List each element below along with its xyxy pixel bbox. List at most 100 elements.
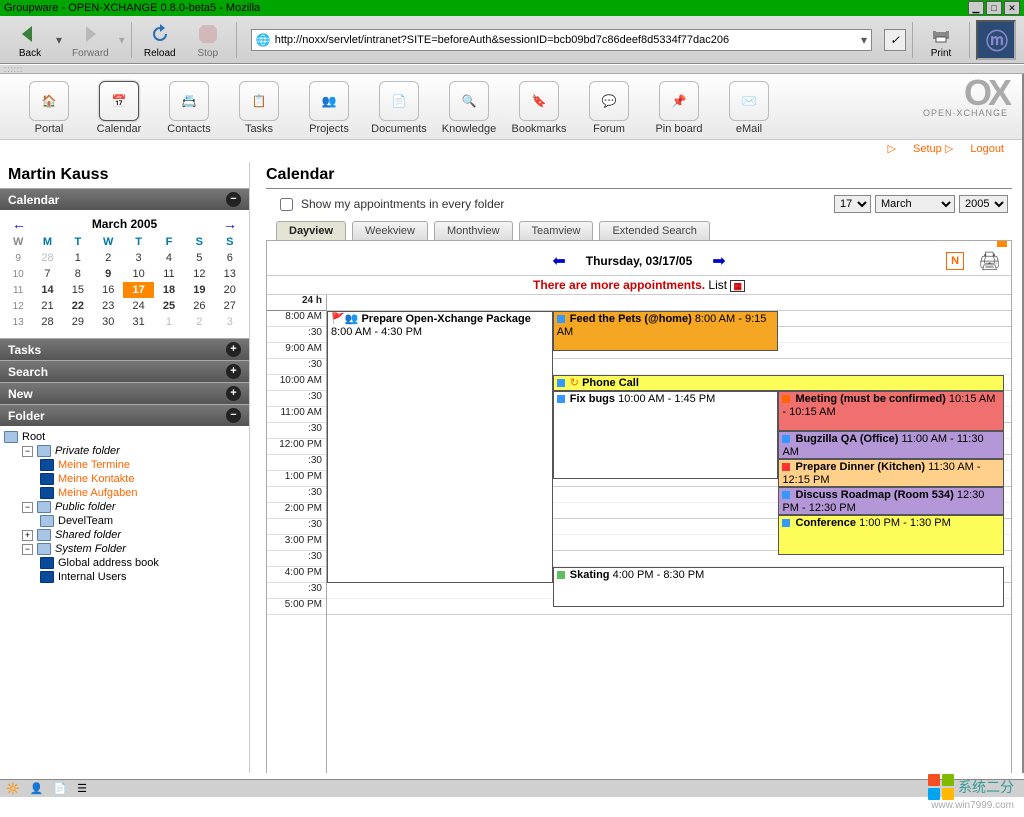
site-icon: 🌐 [256,33,271,47]
forward-icon [76,20,104,48]
maximize-button[interactable]: □ [986,1,1002,15]
module-icon [40,487,54,499]
prev-month-icon[interactable]: ← [12,216,26,232]
month-select[interactable]: March [875,195,955,213]
event-title: Skating [570,569,610,581]
expand-icon[interactable] [226,386,241,401]
sidebar-tasks-head[interactable]: Tasks [0,338,249,360]
contacts-button[interactable]: 📇Contacts [154,81,224,135]
email-button[interactable]: ✉️eMail [714,81,784,135]
contacts-label: Contacts [167,123,210,135]
event-feed[interactable]: Feed the Pets (@home) 8:00 AM - 9:15 AM [553,311,779,351]
collapse-icon[interactable]: − [22,446,33,457]
tree-root[interactable]: Root [4,430,245,444]
tree-gab[interactable]: Global address book [4,556,245,570]
tree-label: Root [22,431,45,443]
forum-button[interactable]: 💬Forum [574,81,644,135]
prev-day-icon[interactable]: ⬅ [552,251,565,271]
minimize-button[interactable]: ▁ [968,1,984,15]
print-button[interactable]: Print [919,18,963,61]
logout-link[interactable]: Logout [970,143,1004,155]
collapse-icon[interactable]: − [22,544,33,555]
projects-button[interactable]: 👥Projects [294,81,364,135]
forward-button[interactable]: Forward [66,18,115,61]
pinboard-button[interactable]: 📌Pin board [644,81,714,135]
go-button[interactable]: ✓ [884,29,906,51]
event-conf[interactable]: Conference 1:00 PM - 1:30 PM [778,515,1004,555]
collapse-icon[interactable]: − [22,502,33,513]
event-meeting[interactable]: Meeting (must be confirmed) 10:15 AM - 1… [778,391,1004,431]
event-title: Prepare Open-Xchange Package [361,313,530,325]
brand-subtext: OPEN·XCHANGE [923,108,1008,118]
event-time: 4:00 PM - 8:30 PM [613,569,705,581]
expand-icon[interactable] [226,342,241,357]
module-icon [40,473,54,485]
show-all-label: Show my appointments in every folder [301,197,504,211]
back-button[interactable]: Back [8,18,52,61]
calendar-button[interactable]: 📅Calendar [84,81,154,135]
next-day-icon[interactable]: ➡ [712,251,725,271]
new-appointment-button[interactable]: N [946,252,964,270]
year-select[interactable]: 2005 [959,195,1008,213]
tree-private[interactable]: −Private folder [4,444,245,458]
tree-aufgaben[interactable]: Meine Aufgaben [4,486,245,500]
event-dinner[interactable]: Prepare Dinner (Kitchen) 11:30 AM - 12:1… [778,459,1004,487]
close-button[interactable]: ✕ [1004,1,1020,15]
tree-termine[interactable]: Meine Termine [4,458,245,472]
documents-button[interactable]: 📄Documents [364,81,434,135]
setup-link[interactable]: Setup [913,143,942,155]
tasks-label: Tasks [245,123,273,135]
mini-cal-grid[interactable]: WMTWTFSS92812345610789101112131114151617… [4,234,245,330]
day-select[interactable]: 17 [834,195,871,213]
print-view-icon[interactable]: 🖨 [978,251,1001,272]
sidebar-folder-head[interactable]: Folder [0,404,249,426]
more-appointments-row[interactable]: There are more appointments. List ▦ [267,275,1011,295]
event-bugzilla[interactable]: Bugzilla QA (Office) 11:00 AM - 11:30 AM [778,431,1004,459]
tree-public[interactable]: −Public folder [4,500,245,514]
show-all-checkbox[interactable] [280,198,293,211]
event-columns[interactable]: 🚩👥 Prepare Open-Xchange Package 8:00 AM … [327,295,1011,773]
sidebar-calendar-head[interactable]: Calendar [0,188,249,210]
portal-button[interactable]: 🏠Portal [14,81,84,135]
stop-button[interactable]: Stop [186,18,230,61]
sidebar-new-head[interactable]: New [0,382,249,404]
next-month-icon[interactable]: → [223,216,237,232]
window-controls: ▁ □ ✕ [968,1,1020,15]
dayview-header: ⬅ Thursday, 03/17/05 ➡ N 🖨 [267,247,1011,275]
toolbar-grip: :::::: [0,64,1024,74]
url-input[interactable] [275,34,857,46]
tree-system[interactable]: −System Folder [4,542,245,556]
sidebar-search-head[interactable]: Search [0,360,249,382]
collapse-icon[interactable] [226,408,241,423]
tab-dayview[interactable]: Dayview [276,221,346,240]
tasks-button[interactable]: 📋Tasks [224,81,294,135]
event-prepare[interactable]: 🚩👥 Prepare Open-Xchange Package 8:00 AM … [327,311,553,583]
bookmarks-button[interactable]: 🔖Bookmarks [504,81,574,135]
event-roadmap[interactable]: Discuss Roadmap (Room 534) 12:30 PM - 12… [778,487,1004,515]
expand-icon[interactable]: + [22,530,33,541]
tab-monthview[interactable]: Monthview [434,221,513,240]
forward-label: Forward [72,48,109,59]
tree-internal[interactable]: Internal Users [4,570,245,584]
knowledge-icon: 🔍 [449,81,489,121]
tree-shared[interactable]: +Shared folder [4,528,245,542]
event-skating[interactable]: Skating 4:00 PM - 8:30 PM [553,567,1004,607]
event-phone[interactable]: ↻ Phone Call [553,375,1004,391]
tab-weekview[interactable]: Weekview [352,221,428,240]
list-link[interactable]: List [708,278,727,292]
reload-button[interactable]: Reload [138,18,182,61]
collapse-icon[interactable] [226,192,241,207]
tab-teamview[interactable]: Teamview [519,221,594,240]
tree-develteam[interactable]: DevelTeam [4,514,245,528]
address-bar[interactable]: 🌐 ▾ [251,29,872,51]
sidebar-new-label: New [8,387,33,401]
flag-icon: 🚩 [331,313,345,325]
tab-extsearch[interactable]: Extended Search [599,221,709,240]
event-fix[interactable]: Fix bugs 10:00 AM - 1:45 PM [553,391,779,479]
tree-kontakte[interactable]: Meine Kontakte [4,472,245,486]
knowledge-button[interactable]: 🔍Knowledge [434,81,504,135]
expand-icon[interactable] [226,364,241,379]
folder-icon [37,543,51,555]
event-time: 10:00 AM - 1:45 PM [618,393,715,405]
expand-list-icon[interactable]: ▦ [730,280,745,292]
